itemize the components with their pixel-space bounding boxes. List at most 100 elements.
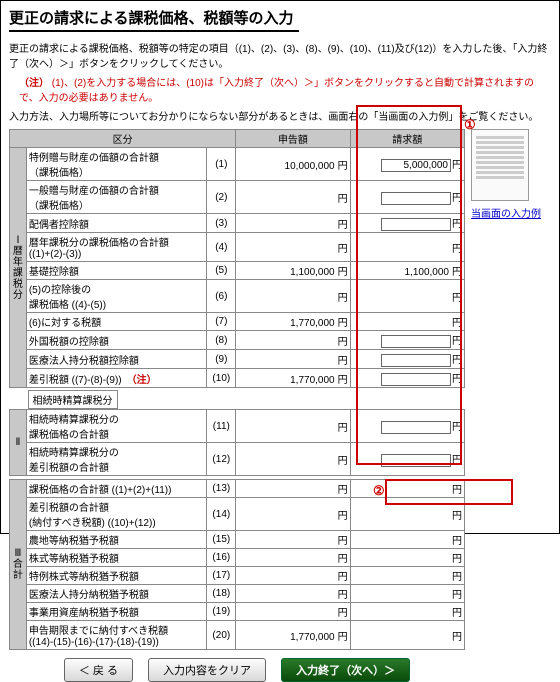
seikyu-input-cell: 円 (350, 369, 464, 388)
col-seikyu: 請求額 (350, 130, 464, 148)
example-thumbnail[interactable] (471, 129, 529, 201)
block2-title: 相続時精算課税分 (28, 390, 118, 409)
seikyu-value: 円 (350, 313, 464, 331)
seikyu-value: 円 (350, 280, 464, 313)
table-row: (5)の控除後の課税価格 ((4)-(5))(6)円円 (10, 280, 465, 313)
seikyu-input-cell: 円 (350, 148, 464, 181)
seikyu-input-cell: 円 (350, 443, 464, 476)
table-row: Ⅱ相続時精算課税分の課税価格の合計額(11)円円 (10, 410, 465, 443)
seikyu-value: 円 (350, 603, 464, 621)
shinkoku-value: 円 (236, 498, 350, 531)
shinkoku-value: 円 (236, 549, 350, 567)
row-number: (18) (207, 585, 236, 603)
row-name: (6)に対する税額 (26, 313, 207, 331)
vertical-label: Ⅱ (10, 410, 27, 476)
row-name: 一般贈与財産の価額の合計額（課税価格） (26, 181, 207, 214)
seikyu-input[interactable] (381, 192, 451, 205)
row-number: (5) (207, 262, 236, 280)
shinkoku-value: 10,000,000円 (236, 148, 350, 181)
seikyu-input-cell: 円 (350, 181, 464, 214)
table-row: 差引税額 ((7)-(8)-(9)) （注）(10)1,770,000円円 (10, 369, 465, 388)
shinkoku-value: 円 (236, 331, 350, 350)
seikyu-value: 円 (350, 567, 464, 585)
table-row: 医療法人持分納税猶予税額(18)円円 (10, 585, 465, 603)
row-number: (13) (207, 480, 236, 498)
row-number: (7) (207, 313, 236, 331)
seikyu-input[interactable] (381, 421, 451, 434)
col-kubun: 区分 (10, 130, 236, 148)
shinkoku-value: 1,770,000円 (236, 369, 350, 388)
row-name: 医療法人持分納税猶予税額 (26, 585, 207, 603)
table-row: 外国税額の控除額(8)円円 (10, 331, 465, 350)
row-number: (1) (207, 148, 236, 181)
seikyu-value: 円 (350, 531, 464, 549)
row-name: 差引税額の合計額(納付すべき税額) ((10)+(12)) (26, 498, 207, 531)
row-number: (9) (207, 350, 236, 369)
row-number: (6) (207, 280, 236, 313)
row-number: (16) (207, 549, 236, 567)
back-button[interactable]: ＜ 戻 る (64, 658, 133, 682)
table-row: (6)に対する税額(7)1,770,000円円 (10, 313, 465, 331)
table-row: 相続時精算課税分の差引税額の合計額(12)円円 (10, 443, 465, 476)
next-button[interactable]: 入力終了（次へ）＞ (281, 658, 410, 682)
data-table: 区分 申告額 請求額 Ⅰ暦年課税分特例贈与財産の価額の合計額（課税価格）(1)1… (9, 129, 465, 682)
col-shinkoku: 申告額 (236, 130, 350, 148)
seikyu-value: 円 (350, 585, 464, 603)
table-row: 特例株式等納税猶予税額(17)円円 (10, 567, 465, 585)
seikyu-input[interactable] (381, 454, 451, 467)
seikyu-input[interactable] (381, 218, 451, 231)
shinkoku-value: 円 (236, 214, 350, 233)
shinkoku-value: 円 (236, 603, 350, 621)
row-name: 特例贈与財産の価額の合計額（課税価格） (26, 148, 207, 181)
marker-1: ① (464, 117, 476, 133)
table-row: 配偶者控除額(3)円円 (10, 214, 465, 233)
table-row: Ⅲ合計課税価格の合計額 ((1)+(2)+(11))(13)円円 (10, 480, 465, 498)
row-name: 配偶者控除額 (26, 214, 207, 233)
vertical-label: Ⅰ暦年課税分 (10, 148, 27, 388)
row-name: 特例株式等納税猶予税額 (26, 567, 207, 585)
row-name: 課税価格の合計額 ((1)+(2)+(11)) (26, 480, 207, 498)
row-name: 事業用資産納税猶予税額 (26, 603, 207, 621)
row-number: (2) (207, 181, 236, 214)
row-number: (3) (207, 214, 236, 233)
seikyu-value: 円 (350, 549, 464, 567)
example-link[interactable]: 当画面の入力例 (471, 209, 541, 220)
shinkoku-value: 円 (236, 280, 350, 313)
shinkoku-value: 1,100,000円 (236, 262, 350, 280)
page-title: 更正の請求による課税価格、税額等の入力 (9, 7, 299, 32)
table-row: 一般贈与財産の価額の合計額（課税価格）(2)円円 (10, 181, 465, 214)
row-number: (20) (207, 621, 236, 650)
shinkoku-value: 円 (236, 585, 350, 603)
seikyu-value: 1,100,000円 (350, 262, 464, 280)
shinkoku-value: 円 (236, 531, 350, 549)
table-row: 差引税額の合計額(納付すべき税額) ((10)+(12))(14)円円 (10, 498, 465, 531)
row-name: 相続時精算課税分の課税価格の合計額 (26, 410, 207, 443)
shinkoku-value: 円 (236, 480, 350, 498)
row-name: 基礎控除額 (26, 262, 207, 280)
table-row: 事業用資産納税猶予税額(19)円円 (10, 603, 465, 621)
seikyu-input[interactable] (381, 373, 451, 386)
table-row: 基礎控除額(5)1,100,000円1,100,000円 (10, 262, 465, 280)
shinkoku-value: 円 (236, 181, 350, 214)
seikyu-input[interactable] (381, 354, 451, 367)
clear-button[interactable]: 入力内容をクリア (148, 658, 266, 682)
row-number: (11) (207, 410, 236, 443)
seikyu-input-cell: 円 (350, 214, 464, 233)
seikyu-input-cell: 円 (350, 350, 464, 369)
note-label: （注） (19, 78, 49, 89)
row-name: 医療法人持分税額控除額 (26, 350, 207, 369)
shinkoku-value: 円 (236, 233, 350, 262)
seikyu-input-cell: 円 (350, 331, 464, 350)
row-number: (14) (207, 498, 236, 531)
table-row: Ⅰ暦年課税分特例贈与財産の価額の合計額（課税価格）(1)10,000,000円円 (10, 148, 465, 181)
row-name: 相続時精算課税分の差引税額の合計額 (26, 443, 207, 476)
row-number: (19) (207, 603, 236, 621)
table-row: 農地等納税猶予税額(15)円円 (10, 531, 465, 549)
seikyu-input[interactable] (381, 159, 451, 172)
row-number: (8) (207, 331, 236, 350)
seikyu-input-cell: 円 (350, 410, 464, 443)
seikyu-input[interactable] (381, 335, 451, 348)
shinkoku-value: 1,770,000円 (236, 313, 350, 331)
shinkoku-value: 円 (236, 567, 350, 585)
row-number: (4) (207, 233, 236, 262)
